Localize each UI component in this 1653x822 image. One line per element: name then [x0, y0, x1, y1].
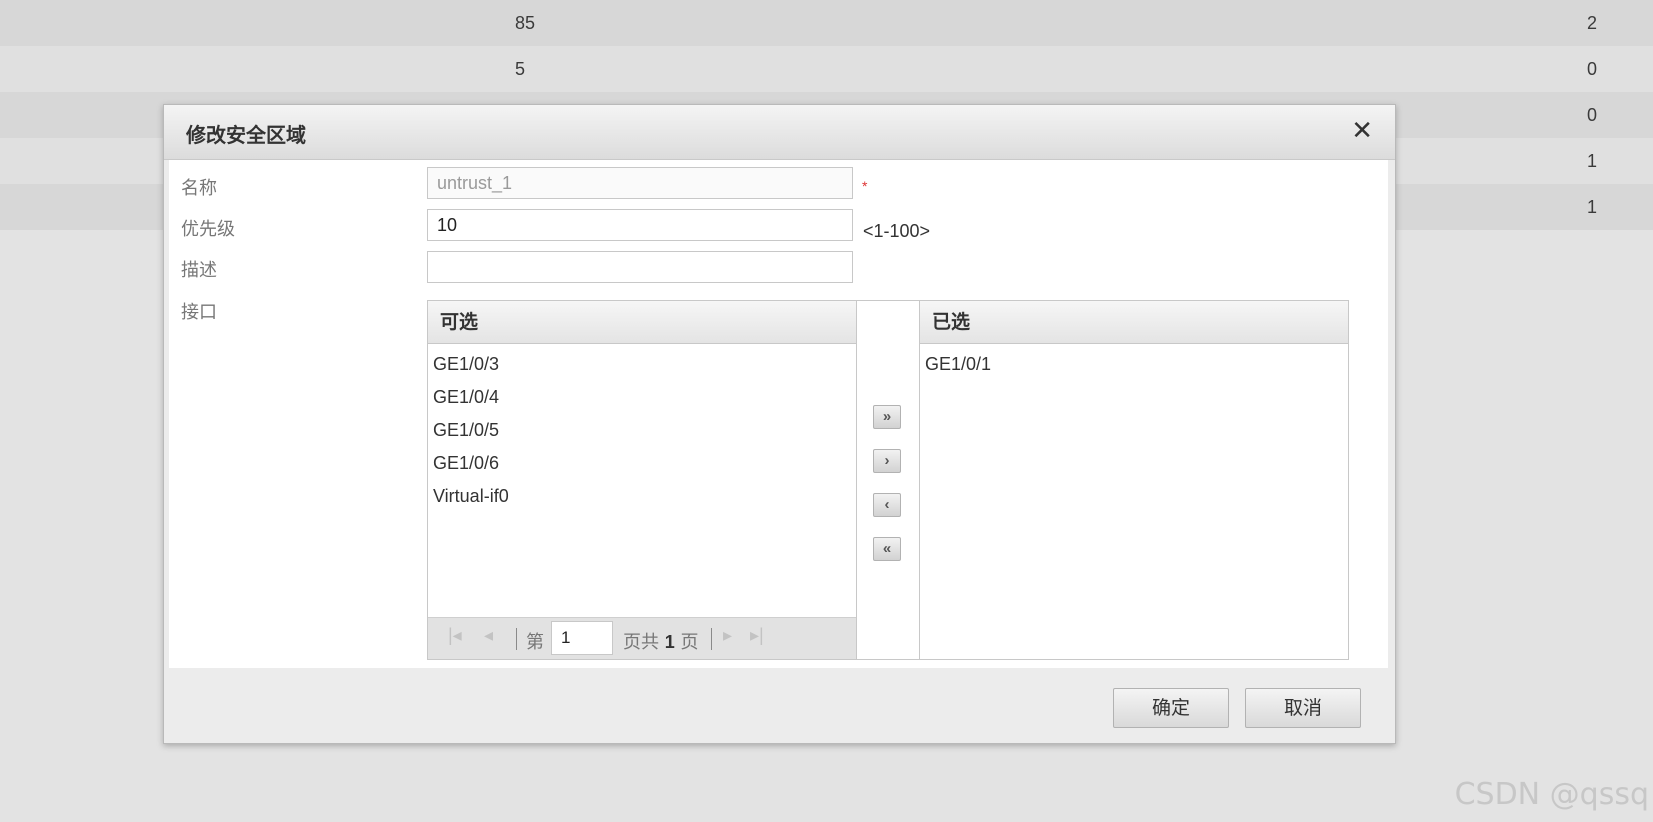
name-label: 名称: [181, 178, 217, 199]
priority-field[interactable]: [427, 209, 853, 241]
separator: [711, 628, 712, 650]
first-page-icon[interactable]: |◂: [448, 625, 462, 646]
table-row: 85 2: [0, 0, 1653, 46]
available-interfaces-list: 可选 GE1/0/3 GE1/0/4 GE1/0/5 GE1/0/6 Virtu…: [427, 300, 857, 660]
prev-page-icon[interactable]: ◂: [484, 625, 493, 646]
priority-range-hint: <1-100>: [863, 221, 931, 241]
pagination-bar: |◂ ◂ 第 页共 1 页 ▸ ▸|: [428, 617, 856, 659]
required-mark: *: [862, 178, 868, 194]
name-field[interactable]: [427, 167, 853, 199]
table-cell: 0: [1587, 105, 1598, 125]
ok-button[interactable]: 确定: [1113, 688, 1229, 728]
selected-list-header: 已选: [920, 301, 1348, 344]
available-list-header: 可选: [428, 301, 856, 344]
table-cell: 1: [1587, 151, 1598, 171]
add-all-button[interactable]: »: [873, 405, 901, 429]
next-page-icon[interactable]: ▸: [723, 625, 732, 646]
table-cell: 5: [515, 59, 526, 79]
remove-all-button[interactable]: «: [873, 537, 901, 561]
list-item[interactable]: GE1/0/1: [920, 348, 1348, 381]
page-suffix: 页共: [623, 632, 659, 653]
remove-button[interactable]: ‹: [873, 493, 901, 517]
cancel-button[interactable]: 取消: [1245, 688, 1361, 728]
dialog-title: 修改安全区域: [186, 123, 306, 147]
close-icon[interactable]: ✕: [1351, 115, 1373, 145]
total-pages: 1: [664, 632, 675, 652]
table-cell: 85: [515, 13, 536, 33]
description-field[interactable]: [427, 251, 853, 283]
list-item[interactable]: Virtual-if0: [428, 480, 856, 513]
list-item[interactable]: GE1/0/3: [428, 348, 856, 381]
page: 85 2 5 0 0 1 1 修改安全区域 ✕ 名称 * 优先级: [0, 0, 1653, 822]
last-page-icon[interactable]: ▸|: [750, 625, 764, 646]
list-item[interactable]: GE1/0/5: [428, 414, 856, 447]
priority-label: 优先级: [181, 219, 235, 240]
table-row: 5 0: [0, 46, 1653, 92]
separator: [516, 628, 517, 650]
edit-security-zone-dialog: 修改安全区域 ✕ 名称 * 优先级 <1-100> 描述 接口 可选 GE1/0…: [163, 104, 1396, 744]
add-button[interactable]: ›: [873, 449, 901, 473]
list-item[interactable]: GE1/0/6: [428, 447, 856, 480]
list-item[interactable]: GE1/0/4: [428, 381, 856, 414]
page-unit: 页: [680, 632, 699, 653]
dialog-header: 修改安全区域 ✕: [164, 105, 1395, 160]
table-cell: 1: [1587, 197, 1598, 217]
selected-interfaces-list: 已选 GE1/0/1: [919, 300, 1349, 660]
page-prefix: 第: [526, 632, 544, 653]
dialog-body: 名称 * 优先级 <1-100> 描述 接口 可选 GE1/0/3 GE1/0/…: [169, 160, 1388, 668]
page-number-input[interactable]: [551, 621, 613, 655]
dialog-footer: 确定 取消: [164, 670, 1395, 742]
watermark: CSDN @qssq: [1454, 777, 1649, 812]
interface-label: 接口: [181, 302, 217, 323]
move-controls: » › ‹ «: [857, 300, 919, 660]
description-label: 描述: [181, 260, 217, 281]
page-total-text: 页共 1 页: [623, 628, 698, 654]
table-cell: 2: [1587, 13, 1598, 33]
table-cell: 0: [1587, 59, 1598, 79]
